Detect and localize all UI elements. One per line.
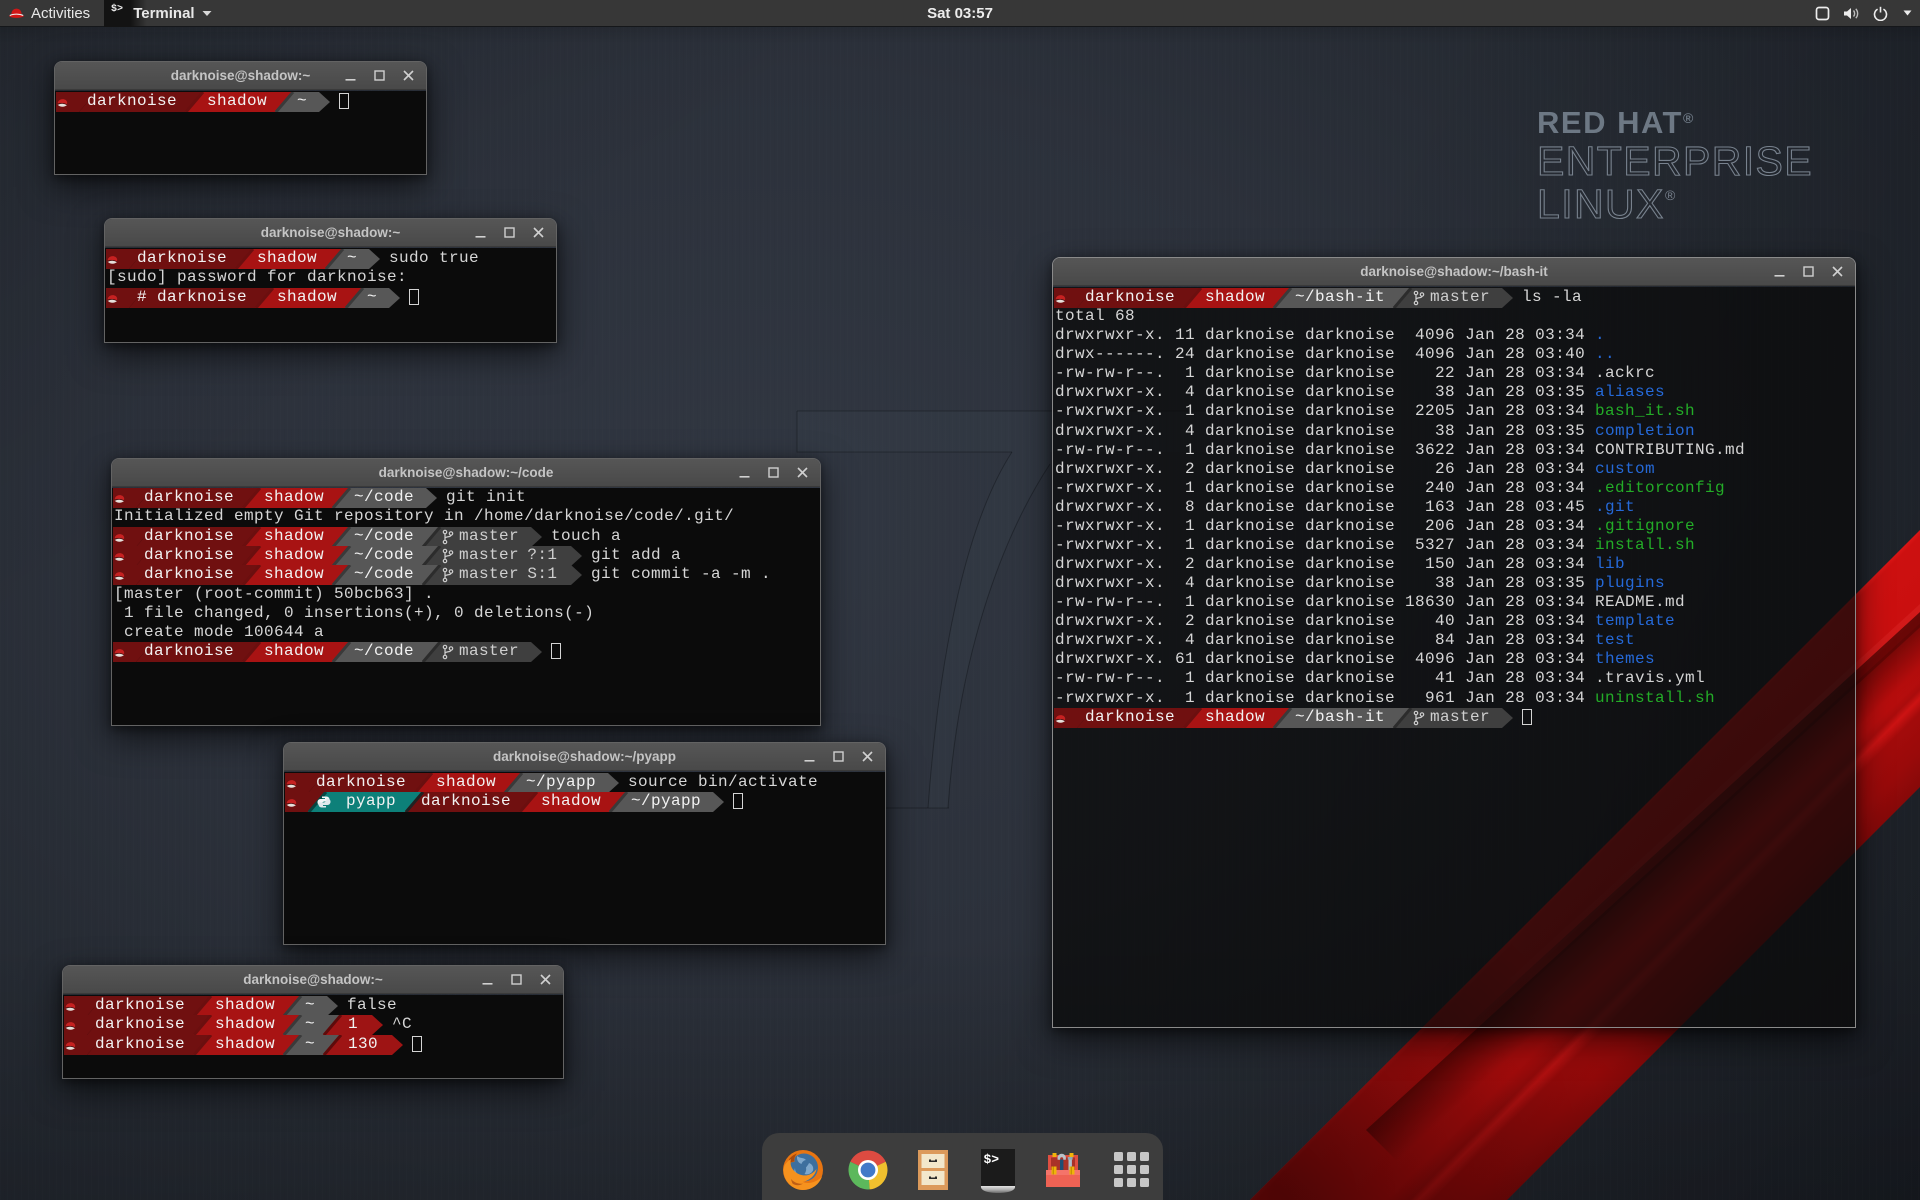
svg-text:ENTERPRISE: ENTERPRISE	[1537, 138, 1813, 184]
svg-text:RED HAT®: RED HAT®	[1537, 107, 1695, 140]
svg-text:$>: $>	[983, 1152, 999, 1167]
svg-text:®: ®	[1665, 187, 1676, 203]
svg-text:LINUX: LINUX	[1537, 181, 1665, 227]
